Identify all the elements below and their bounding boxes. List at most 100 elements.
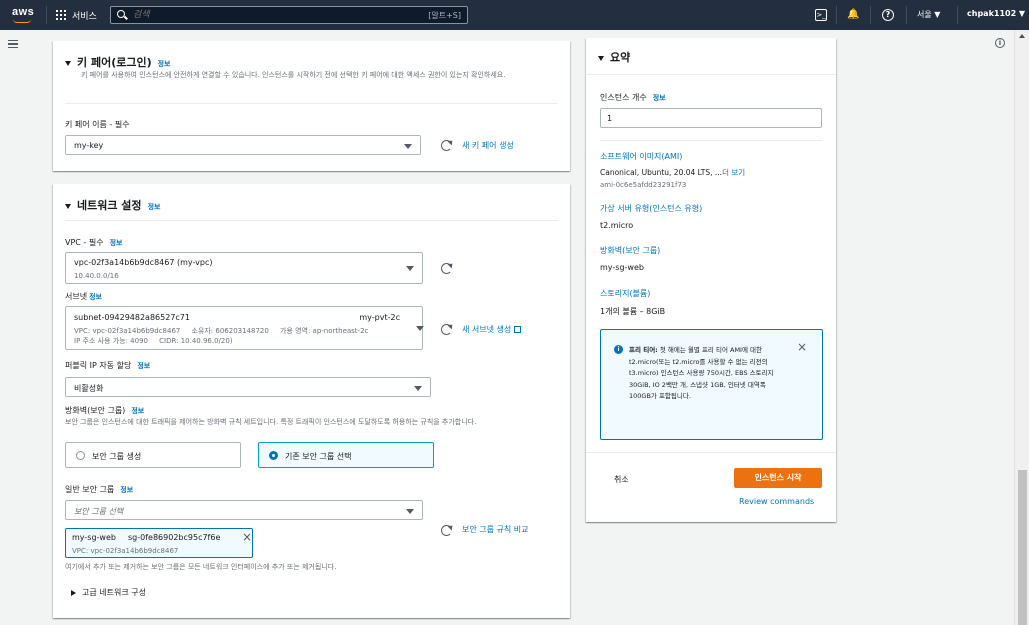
subnet-name: my-pvt-2c — [359, 313, 400, 322]
common-sg-select[interactable]: 보안 그룹 선택 — [65, 500, 423, 520]
services-menu[interactable]: 서비스 — [72, 9, 97, 22]
compare-sg-rules-link[interactable]: 보안 그룹 규칙 비교 — [462, 524, 529, 535]
vpc-select[interactable]: vpc-02f3a14b6b9dc8467 (my-vpc) 10.40.0.0… — [65, 252, 423, 284]
token-sg-vpc: VPC: vpc-02f3a14b6b9dc8467 — [72, 547, 179, 555]
info-icon: i — [614, 345, 623, 354]
instance-type-value: t2.micro — [600, 221, 634, 230]
instance-count-label: 인스턴스 개수 정보 — [600, 93, 666, 102]
instance-count-info-link[interactable]: 정보 — [653, 94, 666, 102]
summary-panel: 요약 인스턴스 개수 정보 1 소프트웨어 이미지(AMI) Canonical,… — [586, 38, 836, 522]
cancel-button[interactable]: 취소 — [614, 474, 629, 485]
search-icon — [117, 10, 125, 18]
sg-note: 여기에서 추가 또는 제거하는 보안 그룹은 모든 네트워크 인터페이스에 추가… — [65, 563, 337, 571]
search-shortcut: [알트+S] — [428, 11, 461, 20]
network-info-link[interactable]: 정보 — [148, 203, 161, 211]
storage-value: 1개의 볼륨 – 8GiB — [600, 307, 666, 316]
account-menu[interactable]: chpak1102 ▼ — [967, 9, 1025, 18]
nav-divider — [870, 6, 871, 24]
top-navigation: aws 서비스 [알트+S] >_ 🔔 ? 서울 ▼ chpak1102 ▼ — [0, 0, 1029, 30]
network-section-header[interactable]: 네트워크 설정 정보 — [65, 197, 160, 213]
refresh-keypairs-icon[interactable] — [441, 140, 452, 151]
vpc-info-link[interactable]: 정보 — [110, 239, 123, 247]
refresh-vpc-icon[interactable] — [441, 263, 452, 274]
page-scrollbar[interactable] — [1014, 30, 1029, 625]
keypair-select[interactable]: my-key — [65, 135, 421, 155]
subnet-ip-info: IP 주소 사용 가능: 4090 CIDR: 10.40.96.0/20) — [74, 337, 233, 345]
public-ip-select[interactable]: 비활성화 — [65, 377, 431, 397]
advanced-network-toggle[interactable]: 고급 네트워크 구성 — [71, 587, 146, 598]
dropdown-arrow-icon — [406, 509, 414, 514]
nav-divider — [906, 6, 907, 24]
expand-caret-icon — [598, 55, 604, 61]
refresh-sg-icon[interactable] — [441, 525, 452, 536]
free-tier-alert: i 프리 티어: 첫 해에는 월별 프리 티어 AMI에 대한 t2.micro… — [600, 329, 823, 440]
cloudshell-icon[interactable]: >_ — [815, 9, 827, 21]
section-divider — [586, 452, 836, 453]
subnet-select[interactable]: subnet-09429482a86527c71 my-pvt-2c VPC: … — [65, 306, 424, 350]
public-ip-info-link[interactable]: 정보 — [137, 362, 150, 370]
common-sg-placeholder: 보안 그룹 선택 — [74, 507, 124, 516]
token-sg-id: sg-0fe86902bc95c7f6e — [128, 533, 221, 542]
radio-unselected[interactable] — [76, 451, 85, 460]
services-grid-icon[interactable] — [56, 10, 66, 20]
search-input[interactable] — [133, 9, 413, 21]
subnet-info-link[interactable]: 정보 — [89, 293, 102, 301]
aws-logo[interactable]: aws — [12, 6, 34, 18]
create-keypair-link[interactable]: 새 키 페어 생성 — [462, 140, 514, 151]
create-sg-option[interactable]: 보안 그룹 생성 — [65, 442, 241, 468]
summary-section-header[interactable]: 요약 — [598, 49, 630, 65]
firewall-value: my-sg-web — [600, 263, 644, 272]
ami-more-link[interactable]: 더 보기 — [722, 168, 745, 177]
notifications-bell-icon[interactable]: 🔔 — [847, 9, 859, 21]
search-bar[interactable]: [알트+S] — [110, 6, 468, 24]
section-divider — [586, 74, 836, 75]
section-divider — [65, 103, 558, 104]
external-link-icon — [514, 326, 522, 333]
dropdown-arrow-icon — [416, 326, 424, 331]
scroll-thumb[interactable] — [1018, 470, 1027, 625]
instance-type-link[interactable]: 가상 서버 유형(인스턴스 유형) — [600, 203, 702, 214]
firewall-description: 보안 그룹은 인스턴스에 대한 트래픽을 제어하는 방화벽 규칙 세트입니다. … — [65, 418, 477, 426]
nav-divider — [836, 6, 837, 24]
keypair-info-link[interactable]: 정보 — [158, 60, 171, 68]
launch-instance-button[interactable]: 인스턴스 시작 — [734, 468, 822, 488]
firewall-info-link[interactable]: 정보 — [131, 407, 144, 415]
instance-count-input[interactable]: 1 — [600, 108, 822, 128]
dismiss-close-icon[interactable]: × — [797, 340, 807, 354]
storage-link[interactable]: 스토리지(볼륨) — [600, 288, 650, 299]
firewall-link[interactable]: 방화벽(보안 그룹) — [600, 245, 660, 256]
review-commands-link[interactable]: Review commands — [739, 497, 814, 506]
ami-description: Canonical, Ubuntu, 20.04 LTS, ...더 보기 — [600, 168, 746, 177]
existing-sg-option[interactable]: 기존 보안 그룹 선택 — [258, 442, 434, 468]
subnet-details: VPC: vpc-02f3a14b6b9dc8467 소유자: 60620314… — [74, 327, 369, 335]
network-panel: 네트워크 설정 정보 VPC - 필수 정보 vpc-02f3a14b6b9dc84… — [53, 184, 570, 618]
keypair-description: 키 페어를 사용하여 인스턴스에 안전하게 연결할 수 있습니다. 인스턴스를 … — [81, 71, 506, 79]
ami-link[interactable]: 소프트웨어 이미지(AMI) — [600, 151, 682, 162]
expand-caret-icon — [65, 60, 71, 66]
remove-token-close-icon[interactable]: × — [242, 530, 252, 544]
subnet-label: 서브넷 정보 — [65, 292, 102, 301]
section-divider — [65, 220, 558, 221]
info-panel-icon[interactable]: i — [995, 38, 1005, 48]
scroll-up-arrow-icon[interactable] — [1019, 34, 1025, 38]
region-selector[interactable]: 서울 ▼ — [917, 9, 940, 20]
network-title: 네트워크 설정 — [77, 199, 142, 212]
refresh-subnet-icon[interactable] — [441, 324, 452, 335]
radio-selected[interactable] — [269, 451, 278, 460]
firewall-label: 방화벽(보안 그룹) 정보 — [65, 406, 145, 415]
token-sg-name: my-sg-web — [72, 533, 116, 542]
keypair-section-header[interactable]: 키 페어(로그인) 정보 — [65, 54, 171, 70]
existing-sg-label: 기존 보안 그룹 선택 — [285, 452, 352, 461]
summary-title: 요약 — [610, 51, 631, 64]
common-sg-info-link[interactable]: 정보 — [120, 486, 133, 494]
vpc-cidr: 10.40.0.0/16 — [74, 272, 119, 280]
nav-divider — [957, 6, 958, 24]
create-subnet-link[interactable]: 새 서브넷 생성 — [462, 324, 522, 335]
keypair-title: 키 페어(로그인) — [77, 56, 152, 69]
help-icon[interactable]: ? — [882, 9, 894, 21]
menu-hamburger-icon[interactable] — [8, 40, 18, 48]
free-tier-text: 프리 티어: 첫 해에는 월별 프리 티어 AMI에 대한 t2.micro(또… — [629, 346, 774, 400]
subnet-id: subnet-09429482a86527c71 — [74, 313, 190, 322]
vpc-label: VPC - 필수 정보 — [65, 238, 123, 247]
selected-sg-token: my-sg-web sg-0fe86902bc95c7f6e VPC: vpc-… — [65, 528, 253, 558]
